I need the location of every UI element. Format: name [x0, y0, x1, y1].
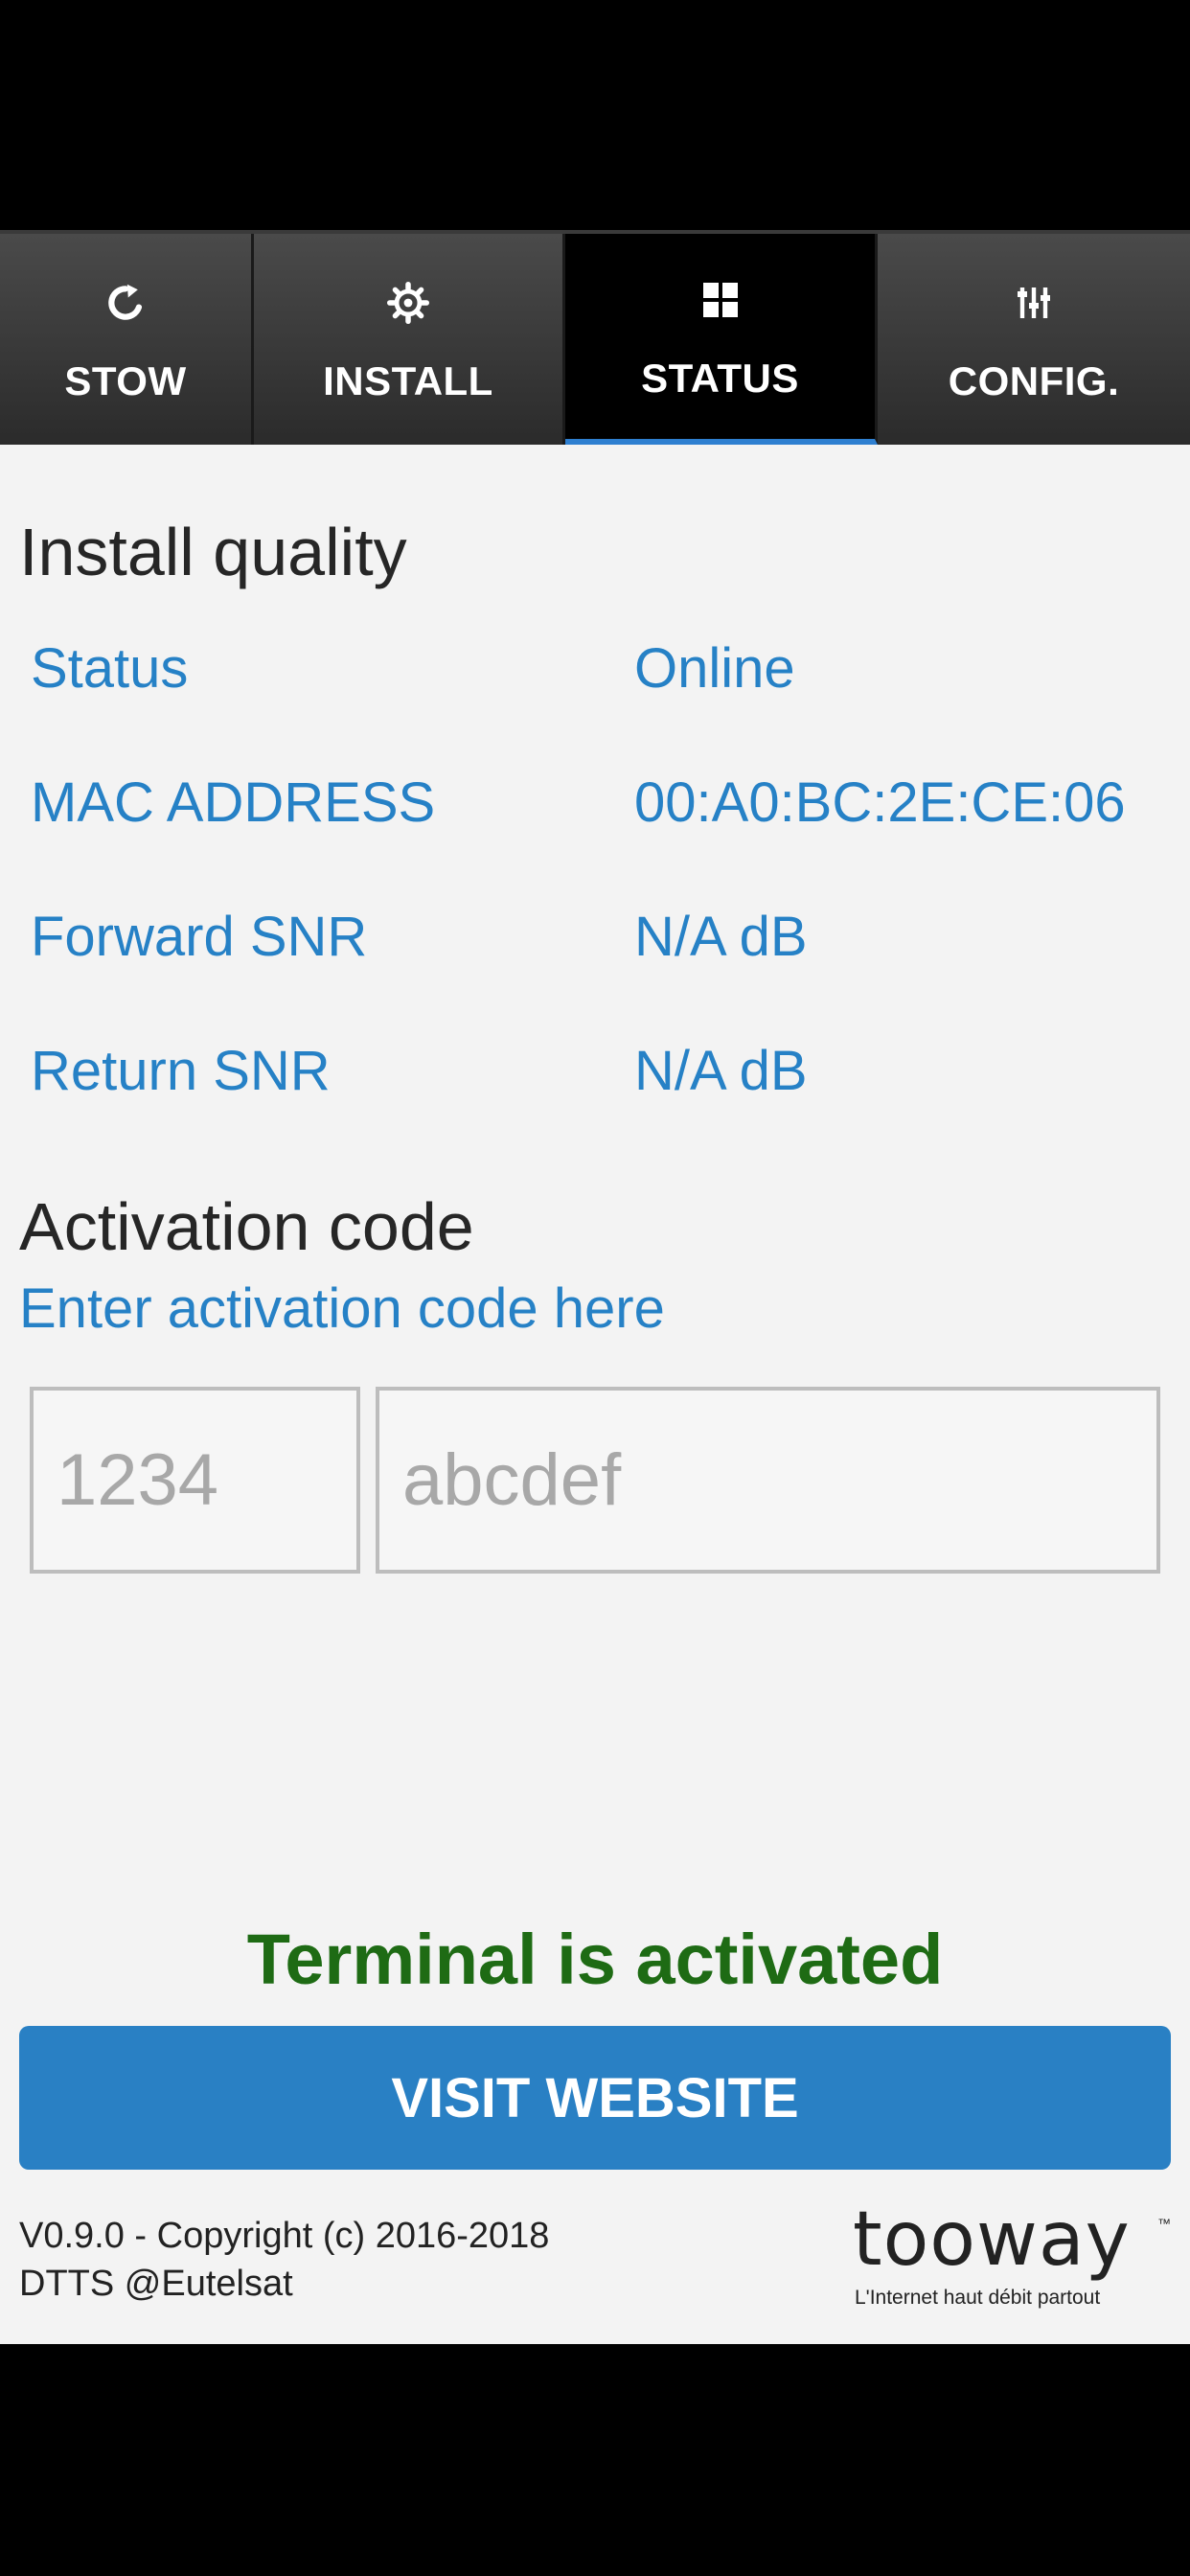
logo-trademark: ™: [1157, 2216, 1171, 2231]
forward-snr-label: Forward SNR: [31, 906, 368, 968]
tooway-logo: tooway ™ L'Internet haut débit partout: [853, 2196, 1179, 2312]
tab-status-label: STATUS: [641, 356, 799, 401]
tab-install[interactable]: INSTALL: [254, 234, 565, 445]
status-label: Status: [31, 637, 189, 700]
tab-config[interactable]: CONFIG.: [878, 234, 1190, 445]
forward-snr-value: N/A dB: [634, 906, 808, 968]
footer-company: DTTS @Eutelsat: [19, 2264, 293, 2304]
tab-install-label: INSTALL: [323, 358, 493, 403]
enter-activation-code-link[interactable]: Enter activation code here: [19, 1276, 665, 1341]
activation-status-message: Terminal is activated: [246, 1920, 944, 1999]
logo-wordmark: tooway: [853, 2196, 1131, 2283]
mac-address-value: 00:A0:BC:2E:CE:06: [634, 771, 1126, 834]
activation-code-long-input[interactable]: [376, 1387, 1160, 1574]
status-bar-area: [0, 0, 1190, 230]
refresh-icon: [104, 274, 147, 332]
activation-code-short-input[interactable]: [30, 1387, 360, 1574]
visit-website-button[interactable]: VISIT WEBSITE: [19, 2026, 1171, 2170]
mac-address-label: MAC ADDRESS: [31, 771, 436, 834]
return-snr-label: Return SNR: [31, 1040, 331, 1102]
tab-stow-label: STOW: [64, 358, 187, 403]
status-value: Online: [634, 637, 795, 700]
activation-code-title: Activation code: [19, 1189, 474, 1264]
tab-config-label: CONFIG.: [948, 358, 1120, 403]
bottom-area: [0, 2344, 1190, 2576]
logo-tagline: L'Internet haut débit partout: [855, 2287, 1101, 2309]
status-page: Install quality Status Online MAC ADDRES…: [0, 445, 1190, 2344]
tab-bar: STOW INSTALL STATUS CONFIG.: [0, 230, 1190, 445]
install-quality-title: Install quality: [19, 515, 407, 589]
tab-status[interactable]: STATUS: [565, 234, 878, 445]
grid-icon: [701, 271, 740, 329]
gear-icon: [387, 274, 429, 332]
footer-version: V0.9.0 - Copyright (c) 2016-2018: [19, 2216, 550, 2256]
return-snr-value: N/A dB: [634, 1040, 808, 1102]
tab-stow[interactable]: STOW: [0, 234, 254, 445]
sliders-icon: [1015, 274, 1053, 332]
